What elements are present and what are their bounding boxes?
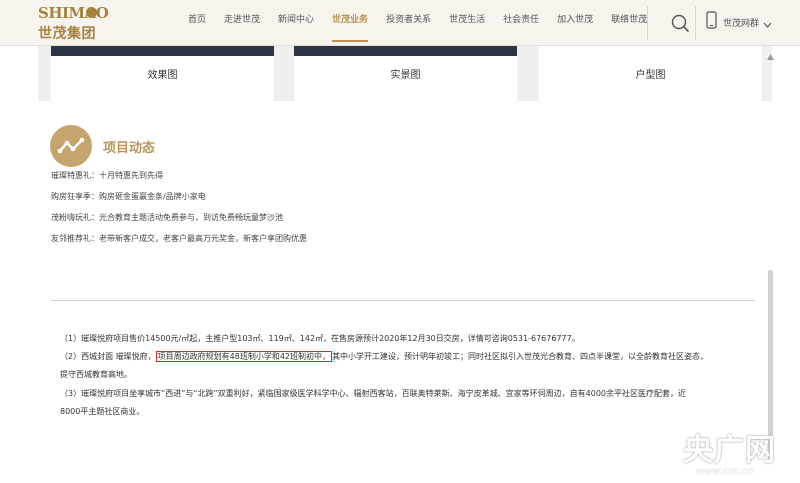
shimao-network-menu[interactable]: 世茂网群 [706,11,776,33]
rendering-thumbnail [51,46,274,56]
scroll-up-arrow-icon[interactable] [766,46,775,60]
nav-item-careers[interactable]: 加入世茂 [557,0,593,46]
nav-item-business[interactable]: 世茂业务 [332,0,369,46]
note-line: （2）西城封面 璀璨悦府， 项目周边政府规划有48班制小学和42班制初中， 其中小学… [60,351,708,362]
promo-line: 友邻推荐礼：老带新客户成交，老客户最高万元奖金，新客户享团购优惠 [51,234,307,243]
section-divider [51,300,755,301]
note-line: 提守西城教育高地。 [60,370,132,379]
trend-line-icon [50,125,92,167]
logo-text-cn: 世茂集团 [38,26,96,42]
chevron-down-icon [763,13,772,32]
note-line: （1）璀璨悦府项目售价14500元/㎡起，主推户型103㎡、119㎡、142㎡，… [60,334,580,343]
header-divider [647,6,648,40]
gallery-card-photos[interactable]: 实景图 [294,46,517,101]
nav-item-life[interactable]: 世茂生活 [449,0,485,46]
note-text: 其中小学开工建设，预计明年初竣工；同时社区拟引入世茂光合教育、四点半课堂，以全龄… [332,352,708,361]
photo-thumbnail [294,46,517,56]
shimao-logo[interactable]: SHIMAO 世茂集团 [38,4,109,42]
watermark-url: www.cnr.cn [696,466,754,477]
promo-line: 茂粉嗨玩礼：光合教育主题活动免费参与，到访免费畅玩童梦沙池 [51,213,283,222]
logo-text-en: SHIMAO [38,4,109,22]
top-header: SHIMAO 世茂集团 首页 走进世茂 新闻中心 世茂业务 投资者关系 世茂生活… [0,0,800,46]
gallery-band: 效果图 实景图 户型图 [38,46,772,101]
network-label: 世茂网群 [723,18,760,29]
nav-item-contact[interactable]: 联络世茂 [611,0,647,46]
card-label: 实景图 [390,70,421,81]
nav-item-investor[interactable]: 投资者关系 [386,0,431,46]
logo-emblem-icon [86,7,97,18]
nav-item-home[interactable]: 首页 [188,0,206,46]
floorplan-thumbnail [539,46,762,56]
nav-item-about[interactable]: 走进世茂 [224,0,260,46]
search-icon[interactable] [670,13,690,33]
gallery-card-rendering[interactable]: 效果图 [51,46,274,101]
card-label: 户型图 [635,70,666,81]
note-text: （2）西城封面 璀璨悦府， [60,352,156,361]
note-line: （3）璀璨悦府项目坐享城市“西进”与“北跨”双重利好，紧临国家级医学科学中心、辐… [60,389,687,398]
gallery-card-floorplan[interactable]: 户型图 [539,46,762,101]
watermark-logo: 央广网 [683,433,776,468]
note-line: 8000平主题社区商业。 [60,407,145,416]
nav-item-responsibility[interactable]: 社会责任 [503,0,539,46]
card-label: 效果图 [147,70,178,81]
main-nav: 首页 走进世茂 新闻中心 世茂业务 投资者关系 世茂生活 社会责任 加入世茂 联… [188,0,665,46]
mobile-phone-icon [706,11,717,33]
nav-item-news[interactable]: 新闻中心 [278,0,314,46]
highlighted-text: 项目周边政府规划有48班制小学和42班制初中， [155,351,332,362]
header-divider [695,6,696,40]
promo-line: 购房狂享季：购房砸金蛋赢金条/品牌小家电 [51,192,206,201]
promo-line: 璀璨特惠礼：十月特惠先到先得 [51,171,163,180]
section-title: 项目动态 [103,141,156,156]
